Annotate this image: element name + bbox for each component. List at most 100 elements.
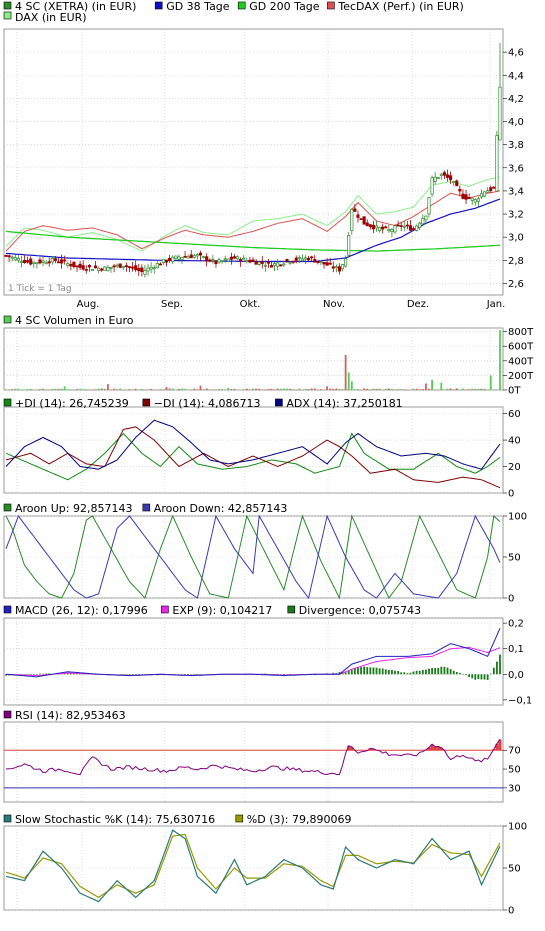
- candle-body: [69, 264, 73, 267]
- candle-body: [56, 261, 61, 264]
- candle-body: [158, 263, 162, 266]
- candle-body: [35, 262, 39, 265]
- volume-bar: [489, 375, 492, 390]
- candle-body: [205, 256, 209, 262]
- divergence-bar: [282, 674, 285, 675]
- divergence-bar: [409, 672, 412, 675]
- rsi-y-tick: 50: [508, 765, 521, 776]
- volume-bar: [437, 389, 440, 391]
- volume-bar: [332, 388, 335, 390]
- candle-body: [424, 215, 428, 221]
- volume-bar: [245, 388, 248, 390]
- candle-body: [378, 227, 382, 232]
- candle-body: [421, 218, 425, 225]
- volume-bar: [227, 387, 230, 390]
- price-y-tick: 3,2: [508, 210, 524, 221]
- legend-label: GD 200 Tage: [249, 0, 320, 13]
- volume-bar: [54, 388, 57, 390]
- rsi-y-tick: 30: [508, 783, 521, 794]
- candle-body: [180, 257, 184, 260]
- candle-body: [155, 263, 159, 269]
- volume-bar: [304, 389, 307, 390]
- volume-bar: [224, 389, 227, 391]
- volume-bar: [492, 389, 495, 391]
- candle-body: [152, 267, 156, 270]
- candle-body: [174, 255, 178, 259]
- volume-bar: [11, 389, 14, 390]
- volume-bar: [193, 388, 196, 390]
- legend-swatch: [3, 710, 12, 719]
- volume-bar: [249, 389, 251, 391]
- volume-bar: [91, 389, 94, 391]
- volume-bar: [60, 388, 63, 390]
- volume-bar: [369, 389, 372, 391]
- legend-swatch: [142, 398, 151, 407]
- volume-bar: [82, 389, 85, 390]
- candle-body: [19, 261, 23, 263]
- divergence-bar: [446, 667, 449, 675]
- volume-bar: [363, 388, 366, 390]
- volume-bar: [113, 388, 115, 390]
- legend-label: ADX (14): 37,250181: [286, 397, 402, 410]
- volume-bar: [230, 389, 233, 390]
- candle-body: [140, 267, 144, 273]
- divergence-bar: [480, 674, 483, 680]
- volume-bar: [79, 388, 81, 390]
- candle-body: [232, 256, 237, 259]
- volume-bar: [69, 389, 72, 391]
- volume-bar: [375, 388, 378, 390]
- legend-swatch: [275, 398, 283, 407]
- divergence-bar: [496, 661, 498, 675]
- volume-bar: [406, 389, 409, 391]
- volume-bar: [292, 389, 295, 390]
- volume-bar: [159, 389, 162, 390]
- candle-body: [66, 263, 70, 267]
- volume-bar: [196, 389, 199, 390]
- legend-swatch: [327, 1, 335, 10]
- candle-body: [47, 261, 51, 264]
- divergence-bar: [483, 674, 486, 680]
- candle-body: [396, 224, 400, 227]
- divergence-bar: [458, 672, 461, 675]
- volume-bar: [236, 389, 239, 391]
- divergence-bar: [357, 667, 359, 675]
- volume-bar: [76, 389, 78, 390]
- volume-bar: [190, 389, 193, 391]
- volume-bar: [360, 389, 362, 391]
- volume-y-tick: 400T: [508, 356, 534, 367]
- candle-body: [473, 199, 477, 203]
- volume-bar: [458, 389, 461, 391]
- legend-swatch: [161, 605, 169, 614]
- divergence-bar: [437, 667, 440, 675]
- legend-label: EXP (9): 0,104217: [172, 604, 272, 617]
- volume-bar: [397, 389, 400, 390]
- volume-bar: [310, 388, 313, 390]
- candle-body: [260, 261, 264, 264]
- price-y-tick: 3,4: [508, 186, 524, 197]
- divergence-bar: [452, 670, 455, 675]
- volume-bar: [110, 389, 112, 391]
- candle-body: [479, 193, 484, 198]
- volume-bar: [233, 389, 236, 390]
- candle-body: [273, 263, 277, 267]
- candle-body: [245, 260, 249, 263]
- legend-label: Aroon Down: 42,857143: [154, 502, 288, 515]
- volume-bar: [403, 389, 406, 390]
- candle-body: [498, 86, 502, 141]
- volume-bar: [323, 389, 325, 390]
- macd-y-tick: −0,1: [508, 695, 532, 706]
- candle-body: [492, 186, 496, 189]
- candle-body: [7, 255, 11, 258]
- candle-body: [13, 257, 17, 261]
- candle-body: [337, 266, 342, 272]
- candle-body: [229, 256, 233, 260]
- volume-bar: [140, 388, 143, 390]
- legend-swatch: [154, 1, 163, 10]
- candle-body: [198, 252, 203, 256]
- divergence-bar: [32, 674, 35, 675]
- volume-bar: [335, 388, 338, 390]
- divergence-bar: [421, 670, 424, 675]
- candle-body: [50, 258, 54, 263]
- volume-bar: [471, 388, 474, 390]
- x-axis-label: Sep.: [161, 299, 183, 310]
